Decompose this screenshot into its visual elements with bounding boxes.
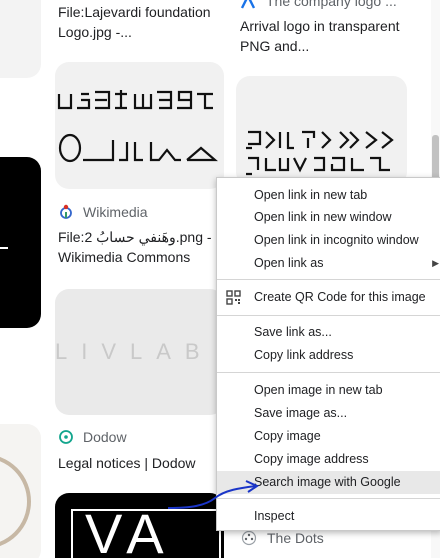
result-title-lajevardi[interactable]: File:Lajevardi foundation Logo.jpg -... [58,2,218,42]
menu-open-link-new-window[interactable]: Open link in new window [217,206,440,229]
menu-open-link-as-label: Open link as [254,256,324,270]
arrival-logo-art [246,130,394,176]
menu-copy-link-address[interactable]: Copy link address [217,344,440,367]
menu-separator [217,279,440,280]
result-title-wikimedia[interactable]: File:2 وهَنفي حسابُ.png - Wikimedia Comm… [58,227,218,267]
the-dots-icon [241,530,257,546]
va-wordmark: VA [85,502,172,558]
menu-separator [217,315,440,316]
dodow-icon [59,430,73,444]
menu-open-image-new-tab[interactable]: Open image in new tab [217,379,440,402]
wikimedia-icon [60,204,72,219]
result-image-livlab[interactable]: LIVLAB [55,289,224,415]
submenu-arrow-icon: ▶ [432,258,439,268]
menu-create-qr-code-label: Create QR Code for this image [254,290,426,304]
menu-copy-image[interactable]: Copy image [217,425,440,448]
left-edge-tile-top[interactable] [0,0,41,78]
result-source-dodow: Dodow [83,429,127,445]
left-edge-tile-circle[interactable] [0,424,41,558]
menu-save-image-as[interactable]: Save image as... [217,402,440,425]
left-edge-tile-black[interactable] [0,157,41,328]
result-image-glyphs[interactable] [55,62,224,189]
result-title-arrival[interactable]: Arrival logo in transparent PNG and... [240,16,400,56]
left-edge-mark [0,247,8,249]
menu-create-qr-code[interactable]: Create QR Code for this image [217,286,440,309]
menu-save-link-as[interactable]: Save link as... [217,321,440,344]
source-logo-icon [240,0,256,9]
menu-copy-image-address[interactable]: Copy image address [217,448,440,471]
glyph-art [57,90,218,163]
menu-open-link-as[interactable]: Open link as ▶ [217,252,440,275]
circle-logo-arc [0,454,31,549]
result-image-arrival[interactable] [236,76,407,186]
qr-code-icon [226,290,241,305]
menu-open-link-new-tab[interactable]: Open link in new tab [217,184,440,207]
menu-open-link-incognito[interactable]: Open link in incognito window [217,229,440,252]
menu-separator [217,372,440,373]
annotation-arrow [167,480,260,509]
result-source-the-dots: The Dots [267,530,324,546]
result-source-wikimedia: Wikimedia [83,204,148,220]
livlab-wordmark: LIVLAB [55,339,214,364]
result-title-dodow[interactable]: Legal notices | Dodow [58,453,218,473]
result-source-company: The company logo ... [266,0,397,9]
